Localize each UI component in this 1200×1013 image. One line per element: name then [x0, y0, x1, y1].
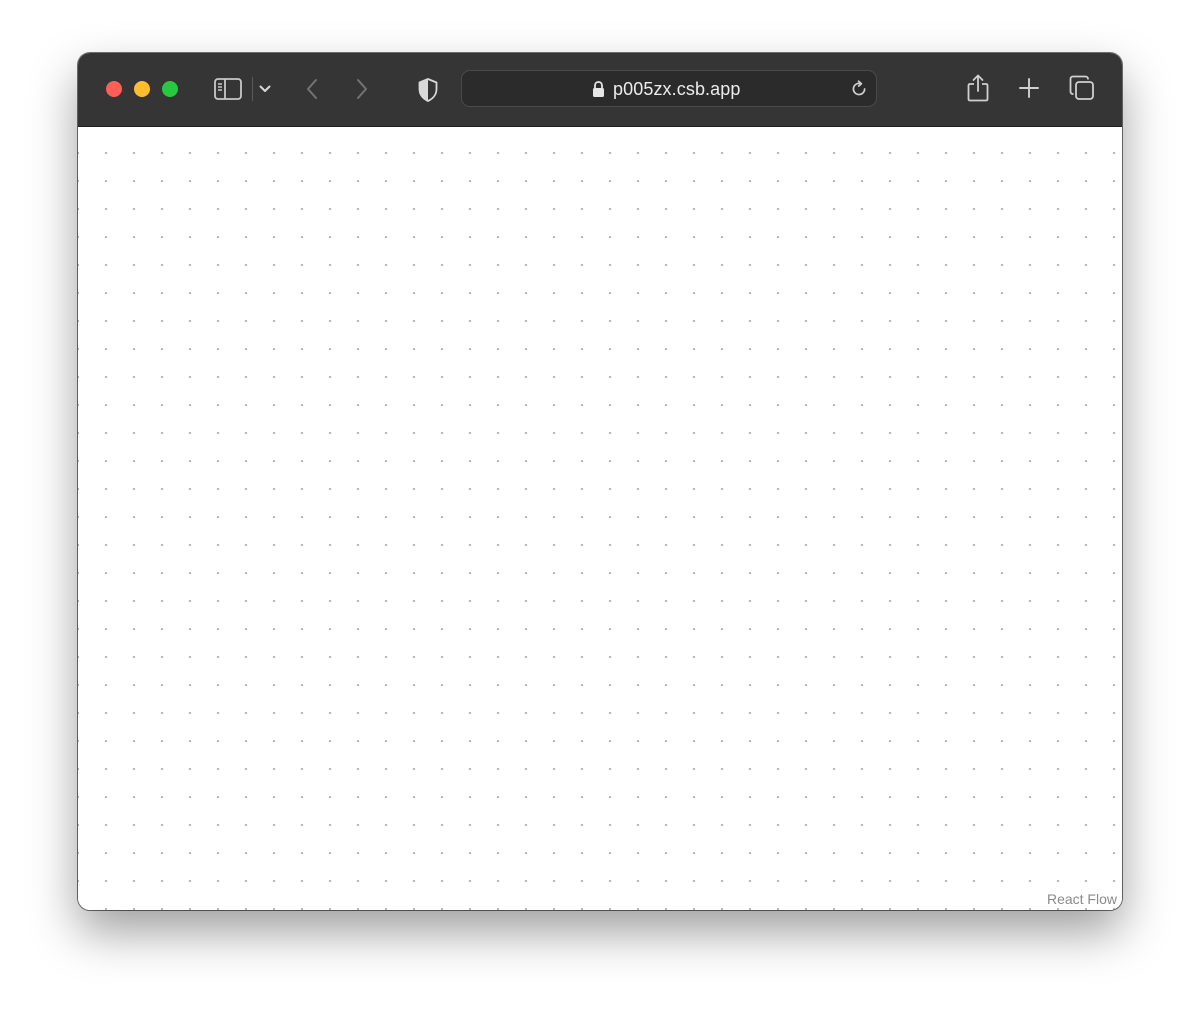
browser-toolbar: p005zx.csb.app [78, 53, 1122, 127]
toolbar-separator [252, 77, 253, 101]
flow-canvas[interactable]: React Flow [78, 127, 1122, 910]
minimize-window-button[interactable] [134, 81, 150, 97]
chevron-down-icon[interactable] [258, 83, 272, 95]
zoom-window-button[interactable] [162, 81, 178, 97]
tab-overview-icon[interactable] [1069, 75, 1095, 101]
address-bar[interactable]: p005zx.csb.app [461, 70, 877, 107]
forward-arrow-icon[interactable] [354, 77, 370, 101]
back-arrow-icon[interactable] [304, 77, 320, 101]
reload-icon[interactable] [850, 80, 868, 103]
react-flow-attribution[interactable]: React Flow [1044, 891, 1119, 907]
sidebar-icon[interactable] [214, 77, 242, 101]
new-tab-plus-icon[interactable] [1018, 77, 1040, 99]
address-url: p005zx.csb.app [613, 79, 741, 99]
close-window-button[interactable] [106, 81, 122, 97]
browser-window: p005zx.csb.app React Flow [78, 53, 1122, 910]
lock-icon [592, 81, 605, 103]
share-icon[interactable] [966, 73, 990, 103]
privacy-shield-icon[interactable] [417, 77, 439, 102]
